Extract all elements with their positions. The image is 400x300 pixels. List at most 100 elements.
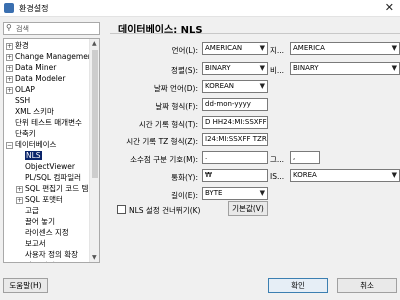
tree-item-label: Data Modeler [15,74,66,83]
tree-item[interactable]: 서드 파티 [16,260,55,262]
ok-button[interactable]: 확인 [268,278,328,293]
expand-icon[interactable]: + [16,196,23,204]
iso-currency-select[interactable]: KOREA ▼ [290,169,400,182]
tree-item[interactable]: ObjectViewer [16,161,75,172]
tree-item[interactable]: 라이센스 지정 [16,227,69,238]
sort-select[interactable]: BINARY ▼ [202,62,268,75]
tree-item[interactable]: + Data Modeler [6,73,66,84]
tree-item[interactable]: − 데이터베이스 [6,139,56,150]
tree-item[interactable]: 단축키 [6,128,36,139]
length-label: 길이(E): [171,191,198,200]
tree-item-label: 보고서 [25,239,46,248]
expand-icon[interactable]: + [6,42,13,50]
skip-nls-checkbox[interactable] [117,205,126,214]
tree-item[interactable]: + SQL 편집기 코드 템 [16,183,88,194]
language-value: AMERICAN [205,44,243,52]
territory-label: 지... [270,46,285,55]
scrollbar-thumb[interactable] [92,50,98,178]
chevron-down-icon: ▼ [259,189,265,197]
tree-item-label: 끌어 놓기 [25,217,55,226]
tree-item[interactable]: SSH [6,95,30,106]
preferences-tree[interactable]: +환경+Change Management D+Data Miner+Data … [3,38,100,263]
tree-item-label: SQL 포맷터 [25,195,63,204]
date-language-value: KOREAN [205,82,235,90]
chevron-down-icon: ▼ [259,82,265,90]
tree-item[interactable]: XML 스키마 [6,106,54,117]
chevron-down-icon: ▼ [259,64,265,72]
chevron-down-icon: ▼ [259,44,265,52]
timestamp-tz-format-label: 시간 기록 TZ 형식(Z): [126,137,198,146]
tree-scrollbar[interactable]: ▲ ▼ [89,39,99,262]
tree-item-label: SQL 편집기 코드 템 [25,184,89,193]
chevron-down-icon: ▼ [391,171,397,179]
tree-item[interactable]: 끌어 놓기 [16,216,55,227]
tree-item[interactable]: + SQL 포맷터 [16,194,63,205]
tree-item-label: PL/SQL 컴파일러 [25,173,82,182]
tree-item[interactable]: PL/SQL 컴파일러 [16,172,81,183]
sort-label: 정렬(S): [171,66,198,75]
tree-item[interactable]: + 환경 [6,40,29,51]
tree-item-label: Change Management D [15,52,90,61]
expand-icon[interactable]: + [6,75,13,83]
expand-icon[interactable]: + [16,185,23,193]
length-select[interactable]: BYTE ▼ [202,187,268,200]
chevron-down-icon: ▼ [391,64,397,72]
decimal-separator-field[interactable]: . [202,151,268,164]
title-bar: 환경설정 ✕ [0,0,400,17]
tree-item-label: 환경 [15,41,29,50]
tree-item-label: Data Miner [15,63,57,72]
tree-item[interactable]: 보고서 [16,238,46,249]
decimal-separator-label: 소수점 구분 기호(M): [130,155,198,164]
tree-item-label: ObjectViewer [25,162,75,171]
tree-item-label: 데이터베이스 [15,140,57,149]
title-divider [110,33,400,34]
tree-item[interactable]: 단위 테스트 매개변수 [6,117,82,128]
comparison-select[interactable]: BINARY ▼ [290,62,400,75]
collapse-icon[interactable]: − [6,141,13,149]
date-language-select[interactable]: KOREAN ▼ [202,80,268,93]
timestamp-format-field[interactable]: D HH24:MI:SSXFF [202,116,268,129]
expand-icon[interactable]: + [6,86,13,94]
tree-item-label: 서드 파티 [25,261,55,262]
territory-select[interactable]: AMERICA ▼ [290,42,400,55]
expand-icon[interactable]: + [6,53,13,61]
group-separator-field[interactable]: , [290,151,320,164]
scroll-down-icon[interactable]: ▼ [92,254,97,261]
iso-currency-value: KOREA [293,171,317,179]
tree-item[interactable]: NLS [16,150,43,161]
expand-icon[interactable]: + [6,64,13,72]
date-format-field[interactable]: dd-mon-yyyy [202,98,268,111]
currency-field[interactable]: ₩ [202,169,268,182]
tree-item-label: 단축키 [15,129,36,138]
tree-item[interactable]: +Change Management D [6,51,90,62]
app-icon [4,3,14,13]
tree-item-label: 라이센스 지정 [25,228,69,237]
tree-item[interactable]: 사용자 정의 확장 [16,249,78,260]
territory-value: AMERICA [293,44,325,52]
help-button[interactable]: 도움말(H) [3,278,48,293]
comparison-value: BINARY [293,64,319,72]
currency-label: 통화(Y): [171,173,198,182]
chevron-down-icon: ▼ [391,44,397,52]
date-format-label: 날짜 형식(F): [155,102,198,111]
tree-items: +환경+Change Management D+Data Miner+Data … [4,39,90,262]
tree-item-label: 사용자 정의 확장 [25,250,79,259]
tree-item[interactable]: 고급 [16,205,39,216]
language-select[interactable]: AMERICAN ▼ [202,42,268,55]
tree-item[interactable]: + Data Miner [6,62,56,73]
tree-item-label: 고급 [25,206,39,215]
close-icon[interactable]: ✕ [385,1,394,14]
defaults-button[interactable]: 기본값(V) [228,201,268,216]
timestamp-tz-format-field[interactable]: I24:MI:SSXFF TZR [202,133,268,146]
length-value: BYTE [205,189,223,197]
window-title: 환경설정 [19,4,49,13]
date-language-label: 날짜 언어(D): [153,84,198,93]
scroll-up-icon[interactable]: ▲ [92,40,97,47]
search-input[interactable]: ⚲ 검색 [3,22,100,35]
cancel-button[interactable]: 취소 [337,278,397,293]
tree-item-label: NLS [24,150,43,161]
tree-item[interactable]: + OLAP [6,84,35,95]
tree-item-label: XML 스키마 [15,107,54,116]
language-label: 언어(L): [171,46,198,55]
timestamp-format-label: 시간 기록 형식(T): [138,120,198,129]
